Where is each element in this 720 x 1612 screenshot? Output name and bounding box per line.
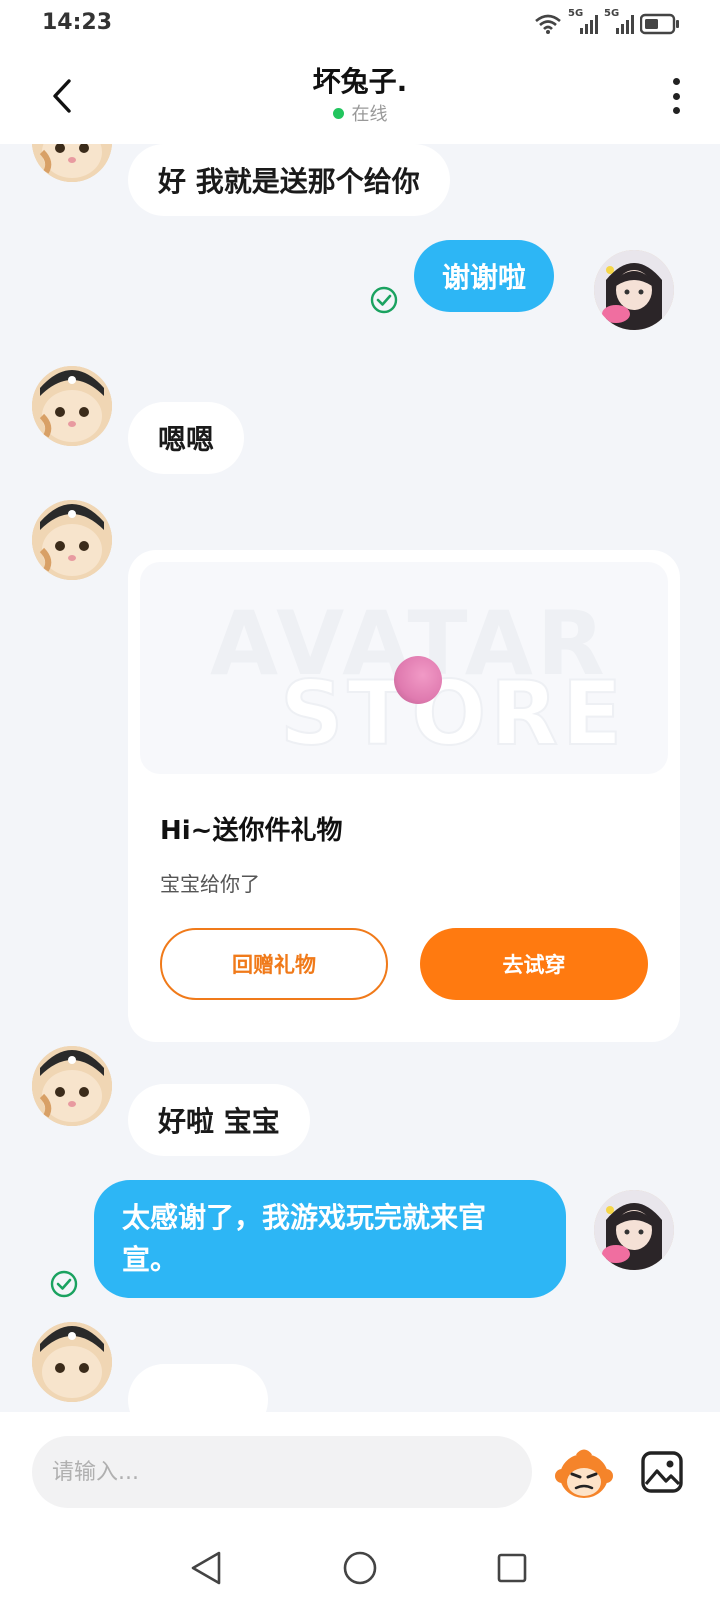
message-bubble-incoming[interactable] bbox=[128, 1364, 268, 1412]
nav-back-button[interactable] bbox=[182, 1544, 230, 1592]
message-bubble-outgoing[interactable]: 谢谢啦 bbox=[414, 240, 555, 312]
read-check-icon bbox=[370, 286, 398, 314]
contact-avatar[interactable] bbox=[32, 144, 112, 182]
gift-banner-text: STORE bbox=[279, 661, 627, 766]
status-time: 14:23 bbox=[42, 10, 113, 35]
more-dot-icon bbox=[672, 107, 680, 114]
online-status-text: 在线 bbox=[351, 104, 388, 125]
image-picker-button[interactable] bbox=[640, 1450, 684, 1494]
cat-avatar-icon bbox=[32, 1046, 112, 1126]
contact-avatar[interactable] bbox=[32, 366, 112, 446]
image-icon bbox=[641, 1451, 683, 1493]
signal-5g-icon: 5G bbox=[568, 8, 598, 36]
chat-header: 坏兔子. 在线 bbox=[0, 48, 720, 144]
monkey-emoji-icon bbox=[555, 1449, 613, 1498]
online-status: 在线 bbox=[0, 100, 720, 126]
message-bubble-incoming[interactable]: 嗯嗯 bbox=[128, 402, 245, 474]
gift-ball-icon bbox=[394, 656, 442, 704]
system-nav-bar bbox=[0, 1524, 720, 1612]
try-on-button[interactable]: 去试穿 bbox=[420, 928, 648, 1000]
emoji-button[interactable] bbox=[554, 1446, 614, 1502]
cat-avatar-icon bbox=[32, 144, 112, 182]
message-bubble-incoming[interactable]: 好 我就是送那个给你 bbox=[128, 144, 450, 216]
chat-messages[interactable]: 好 我就是送那个给你 谢谢啦 嗯嗯 AVATAR STORE Hi~送你件礼物 … bbox=[0, 144, 720, 1412]
battery-icon bbox=[640, 13, 679, 35]
wifi-icon bbox=[535, 14, 561, 34]
gift-banner: AVATAR STORE bbox=[140, 562, 668, 774]
more-dot-icon bbox=[672, 92, 680, 100]
more-options-button[interactable] bbox=[664, 74, 688, 118]
message-bubble-outgoing[interactable]: 太感谢了，我游戏玩完就来官宣。 bbox=[94, 1180, 566, 1298]
contact-avatar[interactable] bbox=[32, 1322, 112, 1402]
cat-avatar-icon bbox=[32, 366, 112, 446]
triangle-back-icon bbox=[191, 1551, 221, 1585]
message-bubble-incoming[interactable]: 好啦 宝宝 bbox=[128, 1084, 310, 1156]
gift-subtitle: 宝宝给你了 bbox=[160, 872, 260, 896]
cat-avatar-icon bbox=[32, 1322, 112, 1402]
my-avatar[interactable] bbox=[594, 250, 674, 330]
read-check-icon bbox=[50, 1270, 78, 1298]
return-gift-button[interactable]: 回赠礼物 bbox=[160, 928, 388, 1000]
nav-home-button[interactable] bbox=[336, 1544, 384, 1592]
input-bar bbox=[0, 1412, 720, 1524]
contact-name: 坏兔子. bbox=[312, 65, 408, 98]
status-icons: 5G 5G bbox=[534, 8, 680, 38]
message-input[interactable] bbox=[32, 1436, 532, 1508]
status-bar: 14:23 5G 5G bbox=[0, 0, 720, 48]
gift-title: Hi~送你件礼物 bbox=[160, 816, 343, 846]
circle-home-icon bbox=[343, 1551, 377, 1585]
nav-recents-button[interactable] bbox=[488, 1544, 536, 1592]
contact-avatar[interactable] bbox=[32, 1046, 112, 1126]
gift-card[interactable]: AVATAR STORE Hi~送你件礼物 宝宝给你了 回赠礼物 去试穿 bbox=[128, 550, 680, 1042]
online-dot-icon bbox=[332, 107, 344, 119]
signal-5g-icon: 5G bbox=[604, 8, 634, 36]
girl-avatar-icon bbox=[594, 1190, 674, 1270]
my-avatar[interactable] bbox=[594, 1190, 674, 1270]
contact-avatar[interactable] bbox=[32, 500, 112, 580]
cat-avatar-icon bbox=[32, 500, 112, 580]
more-dot-icon bbox=[672, 78, 680, 85]
girl-avatar-icon bbox=[594, 250, 674, 330]
square-recents-icon bbox=[497, 1553, 527, 1583]
